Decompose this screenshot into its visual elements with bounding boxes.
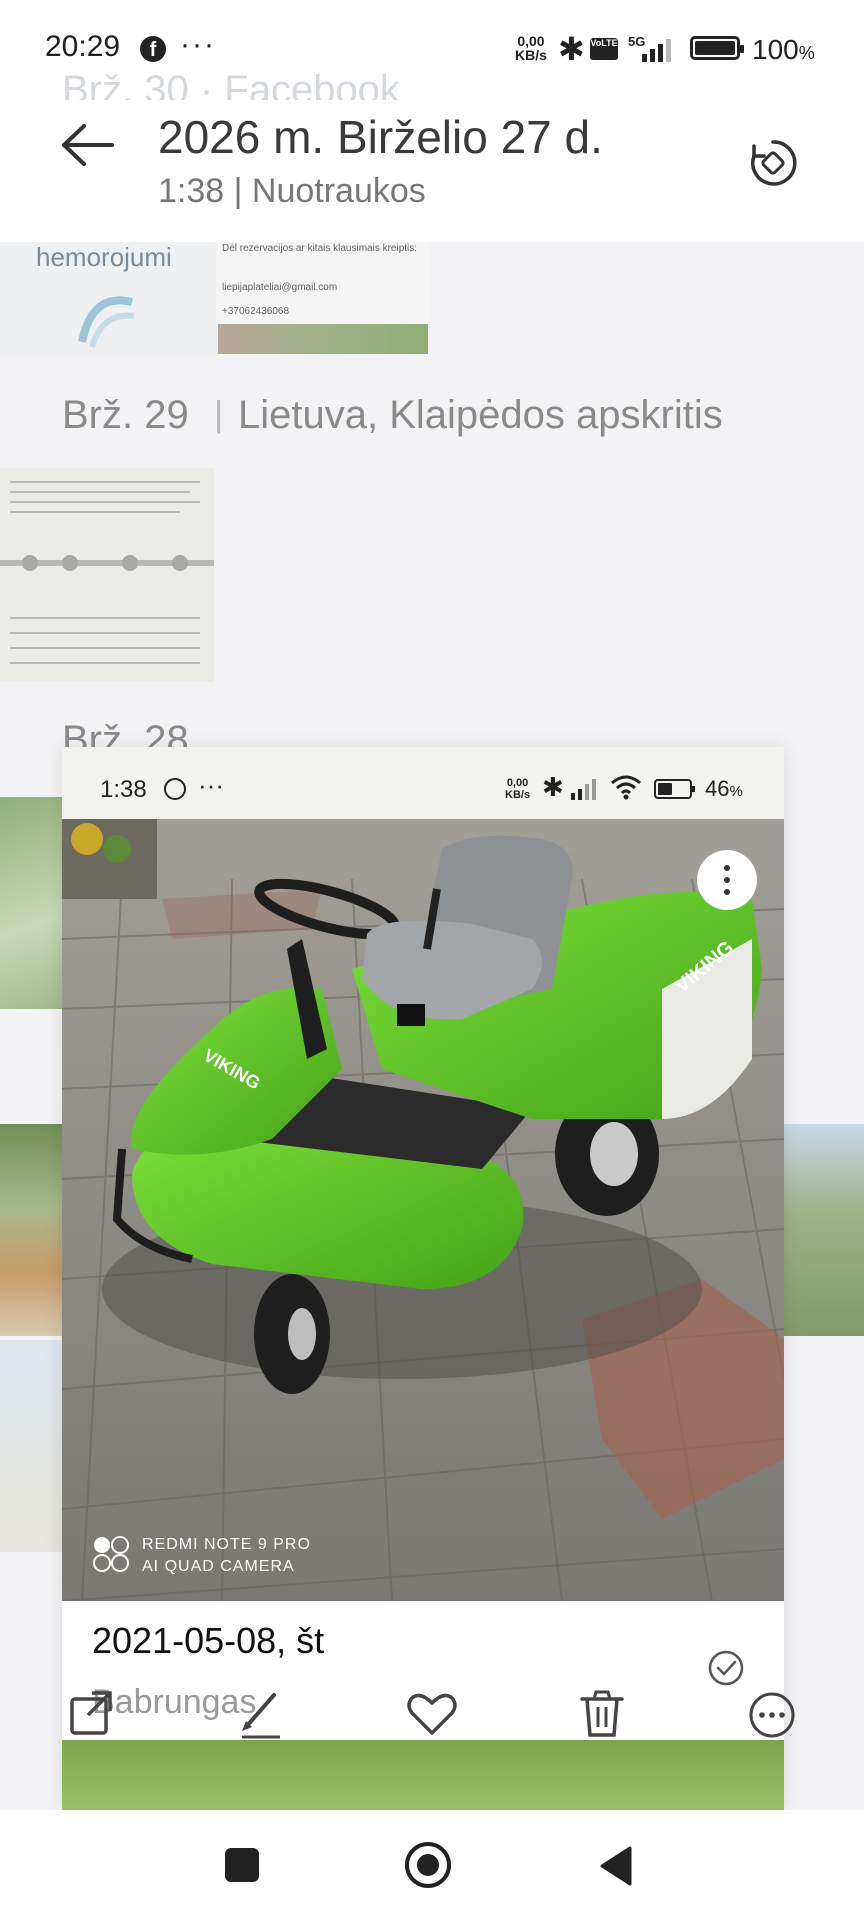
logo-graphic-icon	[78, 296, 135, 348]
thumbnail-text: hemorojumi	[36, 242, 172, 272]
nav-back-button[interactable]	[598, 1846, 634, 1886]
heart-icon[interactable]	[402, 1683, 462, 1743]
thumbnail-phone-text: +37062436068	[222, 306, 290, 317]
network-speed-value: 0,00	[517, 33, 545, 49]
more-horizontal-icon[interactable]	[742, 1683, 802, 1743]
thumbnail-garden-right[interactable]	[784, 1124, 864, 1336]
watermark-line-1: REDMI NOTE 9 PRO	[142, 1536, 311, 1553]
thumbnail-email-text: liepijaplateliai@gmail.com	[222, 282, 338, 293]
edit-pencil-icon[interactable]	[232, 1683, 292, 1743]
card-network-speed: 0,00 KB/s	[505, 777, 530, 801]
trash-icon[interactable]	[572, 1683, 632, 1743]
more-vertical-icon[interactable]	[697, 850, 757, 910]
send-icon[interactable]	[62, 1683, 122, 1743]
thumbnail-grass-left[interactable]	[0, 797, 62, 1009]
check-circle-icon[interactable]	[708, 1650, 744, 1686]
thumbnail-document-scan[interactable]	[0, 468, 214, 682]
section-location: Lietuva, Klaipėdos apskritis	[238, 393, 723, 437]
thumbnail-beach-left[interactable]	[0, 1340, 62, 1552]
wifi-icon	[611, 775, 641, 800]
network-speed: 0,00 KB/s	[515, 34, 547, 62]
back-arrow-icon[interactable]	[58, 120, 118, 170]
thumbnail-garden-left[interactable]	[0, 1124, 62, 1336]
card-battery-icon	[654, 779, 695, 799]
camera-watermark-text: REDMI NOTE 9 PRO AI QUAD CAMERA	[142, 1534, 311, 1578]
watermark-line-2: AI QUAD CAMERA	[142, 1558, 295, 1575]
card-battery-percent: 46%	[705, 776, 743, 801]
home-button[interactable]	[405, 1842, 451, 1888]
photo-date: 2021-05-08, št	[92, 1620, 325, 1661]
battery-percent: 100%	[752, 34, 815, 65]
card-more-notifications-icon: ···	[198, 770, 224, 800]
signal-strength-icon	[642, 39, 671, 62]
card-signal-icon	[571, 779, 596, 800]
bluetooth-icon: ✱	[558, 31, 585, 67]
thumbnail-hemorojumi[interactable]: hemorojumi	[0, 242, 216, 357]
card-bluetooth-icon: ✱	[542, 772, 564, 802]
thumbnail-house-photo	[218, 324, 428, 354]
card-speed-value: 0,00	[506, 777, 529, 789]
card-status-time: 1:38	[100, 776, 147, 803]
thumbnail-reservation-text: Dėl rezervacijos ar kitais klausimais kr…	[222, 243, 418, 254]
page-title: 2026 m. Birželio 27 d.	[158, 111, 603, 163]
page-subtitle: 1:38 | Nuotraukos	[158, 172, 426, 210]
battery-icon	[690, 36, 744, 60]
facebook-notification-icon: f	[140, 36, 166, 62]
volte-badge: VoLTE	[590, 38, 618, 60]
whatsapp-icon	[164, 778, 186, 800]
section-date-brz-29: Brž. 29	[62, 393, 189, 437]
document-scan-graphic	[0, 468, 214, 682]
recent-apps-button[interactable]	[225, 1848, 259, 1882]
camera-watermark-logo	[93, 1536, 129, 1572]
section-separator: |	[214, 393, 224, 434]
more-notifications-icon: ···	[180, 28, 216, 61]
mower-photo[interactable]: VIKING VIKING	[62, 819, 784, 1601]
next-photo-preview	[62, 1740, 784, 1810]
riding-mower-image: VIKING VIKING	[62, 819, 784, 1601]
network-speed-unit: KB/s	[515, 47, 547, 63]
status-time: 20:29	[45, 30, 121, 63]
rotate-screen-icon[interactable]	[748, 138, 798, 188]
thumbnail-reservation-info[interactable]: Dėl rezervacijos ar kitais klausimais kr…	[216, 242, 430, 357]
card-speed-unit: KB/s	[505, 789, 531, 801]
